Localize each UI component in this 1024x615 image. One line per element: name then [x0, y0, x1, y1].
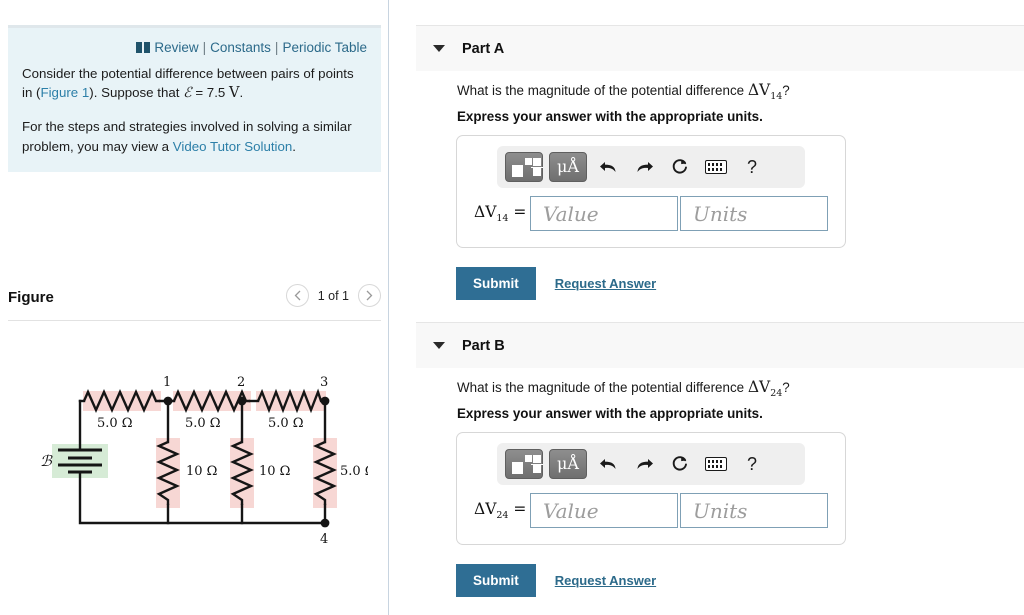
part-a-header[interactable]: Part A: [416, 25, 1024, 71]
svg-text:4: 4: [320, 532, 328, 547]
part-b-question-symbol: ΔV24: [747, 378, 783, 400]
math-template-icon[interactable]: [505, 152, 543, 182]
part-b-header[interactable]: Part B: [416, 322, 1024, 368]
part-b-toolbar: μÅ ?: [497, 443, 805, 485]
part-b-actions: Submit Request Answer: [456, 564, 656, 597]
part-a-question-symbol: ΔV14: [747, 81, 783, 103]
reset-circular-arrow-icon[interactable]: [665, 152, 695, 182]
part-b-answer-box: μÅ ? ΔV24 =: [456, 432, 846, 545]
reset-circular-arrow-icon[interactable]: [665, 449, 695, 479]
part-a-label: Part A: [462, 40, 505, 57]
undo-arrow-icon[interactable]: [593, 152, 623, 182]
constants-link[interactable]: Constants: [210, 40, 271, 55]
book-icon: [136, 42, 151, 53]
part-a-answer-box: μÅ ? ΔV14 =: [456, 135, 846, 248]
svg-text:2: 2: [237, 375, 245, 390]
resource-links: Review | Constants | Periodic Table: [22, 40, 367, 55]
node-dot-2: [237, 396, 247, 406]
emf-symbol: ℰ: [183, 85, 192, 102]
node-dot-4: [320, 518, 330, 528]
micro-angstrom-icon[interactable]: μÅ: [549, 152, 587, 182]
keyboard-icon[interactable]: [701, 152, 731, 182]
part-a-value-input[interactable]: [530, 196, 678, 231]
video-tutor-solution-link[interactable]: Video Tutor Solution: [173, 139, 293, 154]
left-panel: Review | Constants | Periodic Table Consider…: [0, 0, 389, 615]
redo-arrow-icon[interactable]: [629, 449, 659, 479]
figure-header: Figure 1 of 1: [8, 284, 381, 320]
part-a-question: What is the magnitude of the potential d…: [457, 81, 790, 102]
node-dot-3: [320, 396, 330, 406]
micro-angstrom-label: μÅ: [557, 454, 579, 473]
statement-text-b: ). Suppose that: [89, 85, 184, 101]
part-a-units-input[interactable]: [680, 196, 828, 231]
micro-angstrom-label: μÅ: [557, 157, 579, 176]
help-question-icon[interactable]: ?: [737, 449, 767, 479]
caret-down-icon[interactable]: [433, 45, 445, 52]
part-a-toolbar: μÅ ?: [497, 146, 805, 188]
keyboard-icon[interactable]: [701, 449, 731, 479]
figure-count-label: 1 of 1: [317, 288, 349, 303]
micro-angstrom-icon[interactable]: μÅ: [549, 449, 587, 479]
part-b-lhs-label: ΔV24 =: [474, 499, 527, 522]
help-question-icon[interactable]: ?: [737, 152, 767, 182]
part-a-actions: Submit Request Answer: [456, 267, 656, 300]
circuit-diagram: ℬ 1 2 3 4 5.0 Ω 5.0 Ω 5.0 Ω 10 Ω 10 Ω 5.…: [18, 372, 376, 552]
emf-value: = 7.5: [191, 85, 226, 101]
part-a-question-prefix: What is the magnitude of the potential d…: [457, 83, 748, 98]
statement-text-d: .: [239, 85, 244, 101]
part-a-question-suffix: ?: [782, 83, 790, 98]
svg-text:5.0 Ω: 5.0 Ω: [97, 416, 133, 431]
part-a-request-answer-link[interactable]: Request Answer: [555, 276, 656, 291]
problem-info-box: Review | Constants | Periodic Table Consider…: [8, 25, 381, 172]
part-a-submit-button[interactable]: Submit: [456, 267, 536, 300]
part-b-question: What is the magnitude of the potential d…: [457, 378, 790, 399]
svg-text:5.0 Ω: 5.0 Ω: [340, 464, 368, 479]
link-separator-1: |: [202, 40, 207, 55]
part-b-value-input[interactable]: [530, 493, 678, 528]
part-b-input-row: ΔV24 =: [457, 485, 845, 544]
chevron-right-icon[interactable]: [358, 284, 381, 307]
figure-divider: [8, 320, 381, 321]
part-b-question-suffix: ?: [782, 380, 790, 395]
svg-text:5.0 Ω: 5.0 Ω: [268, 416, 304, 431]
figure-1-link[interactable]: Figure 1: [40, 85, 89, 100]
caret-down-icon[interactable]: [433, 342, 445, 349]
problem-statement-paragraph-2: For the steps and strategies involved in…: [22, 117, 367, 156]
periodic-table-link[interactable]: Periodic Table: [282, 40, 367, 55]
right-panel: Part A What is the magnitude of the pote…: [390, 0, 1024, 615]
math-template-icon[interactable]: [505, 449, 543, 479]
svg-text:3: 3: [320, 375, 328, 390]
svg-text:10 Ω: 10 Ω: [186, 464, 217, 479]
part-b-label: Part B: [462, 337, 505, 354]
part-b-request-answer-link[interactable]: Request Answer: [555, 573, 656, 588]
part-a-instruction: Express your answer with the appropriate…: [457, 109, 763, 124]
part-b-units-input[interactable]: [680, 493, 828, 528]
part-a-lhs-label: ΔV14 =: [474, 202, 527, 225]
svg-text:10 Ω: 10 Ω: [259, 464, 290, 479]
part-b-question-prefix: What is the magnitude of the potential d…: [457, 380, 748, 395]
node-dot-1: [163, 396, 173, 406]
part-b-instruction: Express your answer with the appropriate…: [457, 406, 763, 421]
part-b-submit-button[interactable]: Submit: [456, 564, 536, 597]
tutor-text-b: .: [292, 138, 296, 154]
chevron-left-icon[interactable]: [285, 284, 309, 307]
figure-title: Figure: [8, 289, 54, 306]
problem-statement-paragraph-1: Consider the potential difference betwee…: [22, 64, 367, 104]
link-separator-2: |: [274, 40, 279, 55]
svg-text:5.0 Ω: 5.0 Ω: [185, 416, 221, 431]
problem-page: Review | Constants | Periodic Table Consider…: [0, 0, 1024, 615]
figure-pager: 1 of 1: [285, 284, 381, 307]
undo-arrow-icon[interactable]: [593, 449, 623, 479]
emf-unit: V: [228, 85, 240, 102]
review-link[interactable]: Review: [154, 40, 198, 55]
svg-text:ℬ: ℬ: [40, 452, 53, 470]
svg-text:1: 1: [163, 375, 171, 390]
redo-arrow-icon[interactable]: [629, 152, 659, 182]
part-a-input-row: ΔV14 =: [457, 188, 845, 247]
